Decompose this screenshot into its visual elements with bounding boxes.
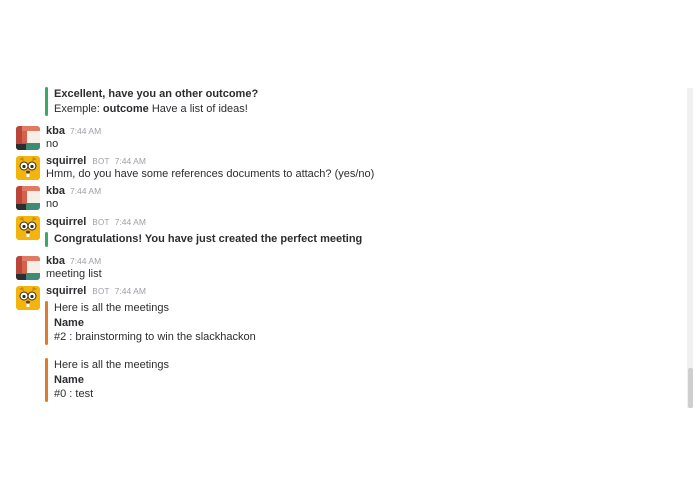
author-name[interactable]: squirrel	[46, 155, 86, 167]
message-header: squirrel BOT 7:44 AM	[46, 285, 146, 298]
bot-badge: BOT	[92, 157, 110, 166]
attachment-header: Here is all the meetings	[54, 359, 169, 371]
message-text: Hmm, do you have some references documen…	[46, 168, 375, 180]
message-timestamp[interactable]: 7:44 AM	[115, 286, 146, 296]
chat-message-list: Excellent, have you an other outcome? Ex…	[0, 0, 686, 494]
message-header: kba 7:44 AM	[46, 125, 101, 138]
kba-avatar-icon[interactable]	[16, 186, 40, 210]
scrollbar-thumb[interactable]	[688, 368, 693, 408]
attachment-title: Congratulations! You have just created t…	[54, 233, 363, 245]
attachment-example: Exemple: outcome Have a list of ideas!	[54, 102, 258, 117]
squirrel-avatar-icon[interactable]	[16, 216, 40, 240]
message-timestamp[interactable]: 7:44 AM	[70, 186, 101, 196]
message-header: kba 7:44 AM	[46, 185, 101, 198]
field-value: #2 : brainstorming to win the slackhacko…	[54, 331, 256, 343]
message-timestamp[interactable]: 7:44 AM	[70, 126, 101, 136]
example-keyword: outcome	[102, 102, 149, 115]
bot-badge: BOT	[92, 218, 110, 227]
scrollbar-track[interactable]	[687, 88, 693, 408]
field-value: #0 : test	[54, 388, 94, 400]
message-text: meeting list	[46, 268, 102, 280]
attachment-title: Excellent, have you an other outcome?	[54, 88, 259, 100]
example-suffix: Have a list of ideas!	[148, 102, 248, 115]
kba-avatar-icon[interactable]	[16, 126, 40, 150]
field-title: Name	[54, 373, 84, 386]
message-text: no	[46, 138, 59, 150]
attachment-orange-bar	[45, 358, 48, 402]
attachment-outcome-prompt: Excellent, have you an other outcome? Ex…	[45, 87, 258, 116]
attachment-green-bar	[45, 232, 48, 247]
attachment-confirmation: Congratulations! You have just created t…	[45, 232, 362, 247]
attachment-green-bar	[45, 87, 48, 116]
squirrel-avatar-icon[interactable]	[16, 156, 40, 180]
message-header: squirrel BOT 7:44 AM	[46, 155, 146, 168]
author-name[interactable]: kba	[46, 185, 65, 197]
example-prefix: Exemple:	[54, 102, 103, 115]
attachment-orange-bar	[45, 301, 48, 345]
squirrel-avatar-icon[interactable]	[16, 286, 40, 310]
message-timestamp[interactable]: 7:44 AM	[70, 256, 101, 266]
attachment-meeting-list: Here is all the meetings Name #0 : test	[45, 358, 169, 402]
field-title: Name	[54, 316, 84, 329]
message-timestamp[interactable]: 7:44 AM	[115, 156, 146, 166]
message-header: kba 7:44 AM	[46, 255, 101, 268]
author-name[interactable]: kba	[46, 125, 65, 137]
author-name[interactable]: squirrel	[46, 216, 86, 228]
message-header: squirrel BOT 7:44 AM	[46, 216, 146, 229]
attachment-header: Here is all the meetings	[54, 302, 169, 314]
message-timestamp[interactable]: 7:44 AM	[115, 217, 146, 227]
author-name[interactable]: squirrel	[46, 285, 86, 297]
bot-badge: BOT	[92, 287, 110, 296]
author-name[interactable]: kba	[46, 255, 65, 267]
message-text: no	[46, 198, 59, 210]
kba-avatar-icon[interactable]	[16, 256, 40, 280]
attachment-meeting-list: Here is all the meetings Name #2 : brain…	[45, 301, 256, 345]
